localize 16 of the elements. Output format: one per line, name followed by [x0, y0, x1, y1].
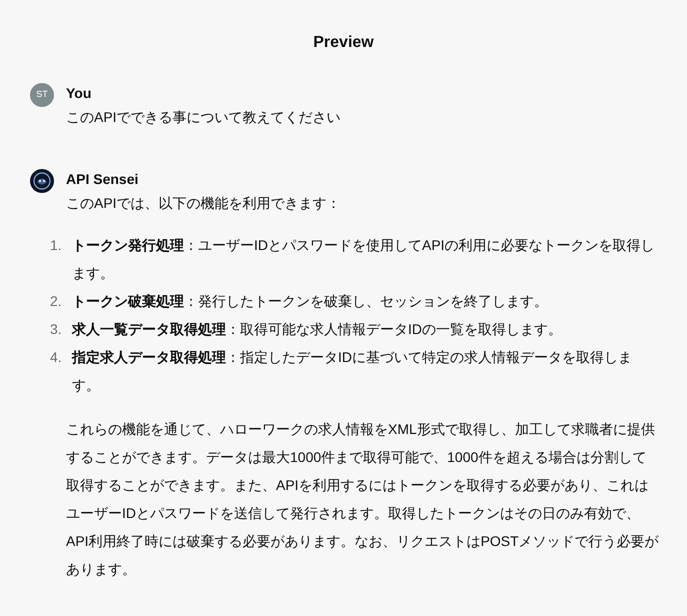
robot-avatar-icon — [30, 169, 54, 193]
message-text: このAPIでは、以下の機能を利用できます： — [66, 194, 342, 213]
list-number: 3. — [50, 320, 63, 339]
preview-title: Preview — [312, 33, 375, 53]
list-number: 4. — [50, 348, 63, 367]
message-text: このAPIでできる事について教えてください — [66, 108, 342, 127]
list-item-text: 求人一覧データ取得処理：取得可能な求人情報データIDの一覧を取得します。 — [72, 320, 562, 339]
list-item-text: トークン破棄処理：発行したトークンを破棄し、セッションを終了します。 — [72, 292, 548, 311]
list-number: 1. — [50, 236, 63, 255]
list-item-text: 指定求人データ取得処理：指定したデータIDに基づいて特定の求人情報データを取得します。 — [72, 348, 633, 395]
author-name: You — [66, 84, 92, 103]
user-avatar: ST — [30, 83, 54, 107]
author-name: API Sensei — [66, 170, 140, 189]
list-item-text: トークン発行処理：ユーザーIDとパスワードを使用してAPIの利用に必要なトークンを取得します。 — [72, 236, 656, 283]
message-paragraph: これらの機能を通じて、ハローワークの求人情報をXML形式で取得し、加工して求職者に提供することができます。データは最大1000件まで取得可能で、1000件を超える場合は分割して取得することができます。また、APIを利用するにはトークンを取得する必要があり、これはユーザーIDとパスワードを送信して発行されます。取得したトークンはその日のみ有効で、API利用終了時には破棄する必要があります。なお、リクエストはPOSTメソッドで行う必要があります。 — [66, 420, 659, 579]
list-number: 2. — [50, 292, 63, 311]
